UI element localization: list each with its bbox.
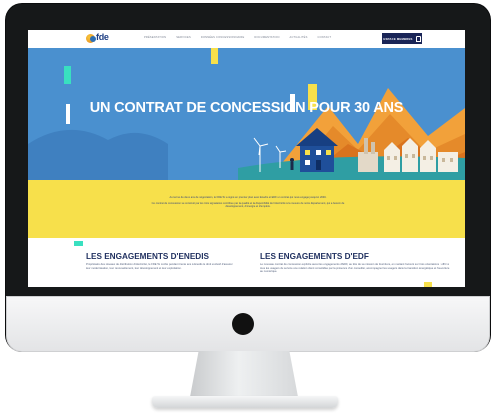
nav-link-documentation[interactable]: DOCUMENTATION <box>254 36 279 39</box>
hero-title: UN CONTRAT DE CONCESSION POUR 30 ANS <box>89 100 404 116</box>
nav-links: PRÉSENTATION SERVICES DONNÉES CONCESSION… <box>144 36 331 39</box>
edf-title: LES ENGAGEMENTS D'EDF <box>260 252 369 261</box>
enedis-body: Propriétaire des réseaux de distribution… <box>86 263 233 270</box>
website-screen: fde PRÉSENTATION SERVICES DONNÉES CONCES… <box>28 30 465 287</box>
member-area-label: ESPACE MEMBRES <box>383 36 413 41</box>
user-icon <box>415 35 421 42</box>
hero-banner: UN CONTRAT DE CONCESSION POUR 30 ANS <box>28 48 465 188</box>
nav-link-donnees[interactable]: DONNÉES CONCESSIONNAIRE <box>201 36 245 39</box>
nav-link-actualites[interactable]: ACTUALITÉS <box>290 36 308 39</box>
site-logo[interactable]: fde <box>86 32 122 46</box>
yellow-accent-mark <box>424 282 432 287</box>
monitor-stand-neck <box>190 351 298 397</box>
teal-accent-mark <box>74 241 83 246</box>
nav-link-services[interactable]: SERVICES <box>176 36 191 39</box>
logo-text: fde <box>96 32 109 42</box>
hero-illustration <box>28 48 465 188</box>
monitor-stand-base <box>152 396 338 408</box>
top-navigation: fde PRÉSENTATION SERVICES DONNÉES CONCES… <box>28 30 465 48</box>
nav-link-contact[interactable]: CONTACT <box>318 36 332 39</box>
edf-body: Le nouveau contrat de concession explici… <box>260 263 450 274</box>
monitor-logo-dot <box>232 313 254 335</box>
intro-text: Au terme de deux ans de négociation, le … <box>148 196 348 211</box>
nav-link-presentation[interactable]: PRÉSENTATION <box>144 36 166 39</box>
intro-paragraph-1: Au terme de deux ans de négociation, le … <box>169 196 327 199</box>
intro-paragraph-2: Ce contrat de concession se construit pa… <box>151 201 345 209</box>
teal-bar-left <box>64 66 71 84</box>
enedis-title: LES ENGAGEMENTS D'ENEDIS <box>86 252 209 261</box>
person-icon <box>290 158 294 170</box>
member-area-button[interactable]: ESPACE MEMBRES <box>382 33 422 44</box>
